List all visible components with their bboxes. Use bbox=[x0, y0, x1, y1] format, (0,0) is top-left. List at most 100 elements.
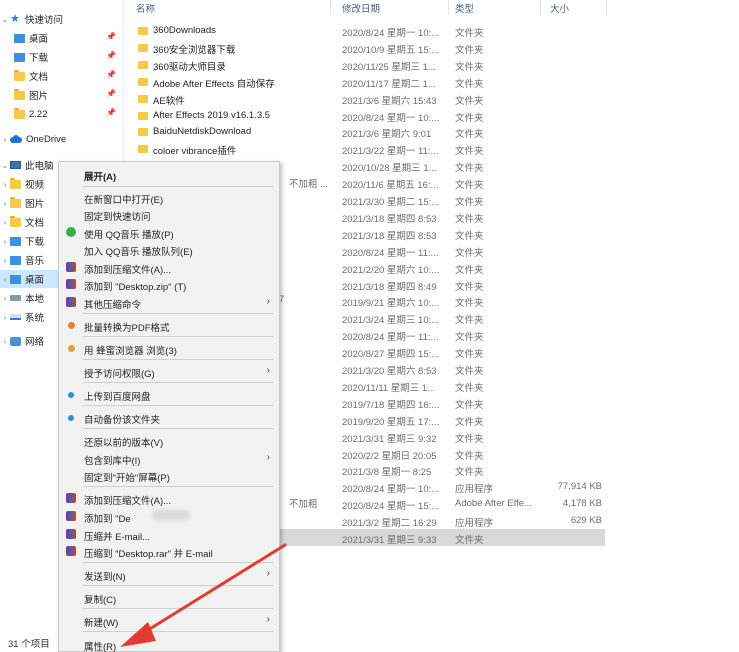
pin-icon[interactable]: 📌 bbox=[106, 32, 116, 41]
menu-separator bbox=[83, 405, 273, 406]
archive-icon bbox=[66, 297, 76, 307]
chevron-right-icon[interactable]: › bbox=[0, 294, 10, 303]
chevron-right-icon[interactable]: › bbox=[0, 275, 10, 284]
menu-item-copy[interactable]: 复制(C) bbox=[60, 589, 278, 606]
chevron-down-icon[interactable]: ⌄ bbox=[0, 15, 10, 24]
menu-item-open-new-window[interactable]: 在新窗口中打开(E) bbox=[60, 189, 278, 206]
menu-item-pin-quick-access[interactable]: 固定到快速访问 bbox=[60, 206, 278, 223]
winrar-icon bbox=[66, 493, 76, 503]
nav-label: 此电脑 bbox=[25, 161, 54, 172]
nav-onedrive[interactable]: › OneDrive bbox=[0, 130, 124, 148]
menu-item-rar-email[interactable]: 压缩并 E-mail... bbox=[60, 526, 278, 543]
status-item-count: 31 个项目 bbox=[8, 639, 50, 650]
nav-label: 文档 bbox=[25, 218, 45, 229]
column-header-type[interactable]: 类型 bbox=[455, 1, 474, 15]
file-row[interactable]: BaiduNetdiskDownload 2021/3/6 星期六 9:01 文件夹 bbox=[130, 123, 605, 140]
file-row[interactable]: 360Downloads 2020/8/24 星期一 10:... 文件夹 bbox=[130, 22, 605, 39]
column-header-size[interactable]: 大小 bbox=[550, 1, 569, 15]
chevron-right-icon[interactable]: › bbox=[0, 135, 10, 144]
menu-separator bbox=[83, 631, 273, 632]
file-date: 2020/8/27 星期四 15:... bbox=[342, 349, 440, 361]
menu-item-rar-email-named[interactable]: 压缩到 "Desktop.rar" 并 E-mail bbox=[60, 543, 278, 560]
column-divider[interactable] bbox=[448, 0, 449, 15]
nav-item-pictures[interactable]: 图片 📌 bbox=[0, 86, 124, 104]
menu-item-send-to[interactable]: 发送到(N) › bbox=[60, 566, 278, 583]
menu-item-add-archive[interactable]: 添加到压缩文件(A)... bbox=[60, 259, 278, 276]
pin-icon[interactable]: 📌 bbox=[106, 70, 116, 79]
baidu-netdisk-icon bbox=[68, 392, 74, 398]
chevron-down-icon[interactable]: ⌄ bbox=[0, 161, 10, 170]
file-date: 2021/3/31 星期三 9:32 bbox=[342, 433, 437, 445]
file-row[interactable]: Adobe After Effects 自动保存 2020/11/17 星期二 1… bbox=[130, 73, 605, 90]
menu-item-new[interactable]: 新建(W) › bbox=[60, 612, 278, 629]
column-header-date[interactable]: 修改日期 bbox=[342, 1, 380, 15]
nav-item-downloads[interactable]: 下载 📌 bbox=[0, 48, 124, 66]
menu-label: 加入 QQ音乐 播放队列(E) bbox=[84, 247, 193, 258]
folder-icon bbox=[138, 128, 148, 137]
column-headers: 名称 修改日期 类型 大小 bbox=[130, 0, 739, 15]
menu-item-other-compress[interactable]: 其他压缩命令 › bbox=[60, 294, 278, 311]
file-date: 2019/9/21 星期六 10:... bbox=[342, 298, 440, 310]
file-type: 文件夹 bbox=[455, 230, 484, 242]
menu-separator bbox=[83, 336, 273, 337]
chevron-right-icon[interactable]: › bbox=[0, 337, 10, 346]
file-date: 2021/2/20 星期六 10:... bbox=[342, 264, 440, 276]
chevron-right-icon[interactable]: › bbox=[0, 180, 10, 189]
nav-label: OneDrive bbox=[26, 133, 67, 145]
menu-item-open-browser[interactable]: 用 蜂蜜浏览器 浏览(3) bbox=[60, 340, 278, 357]
menu-item-upload-baidu[interactable]: 上传到百度网盘 bbox=[60, 386, 278, 403]
file-row[interactable]: 360驱动大师目录 2020/11/25 星期三 1... 文件夹 bbox=[130, 56, 605, 73]
menu-item-qq-music-play[interactable]: 使用 QQ音乐 播放(P) bbox=[60, 224, 278, 241]
file-type: 应用程序 bbox=[455, 518, 494, 530]
menu-item-qq-music-queue[interactable]: 加入 QQ音乐 播放队列(E) bbox=[60, 241, 278, 258]
column-divider[interactable] bbox=[606, 0, 607, 15]
computer-icon bbox=[10, 161, 21, 169]
file-row[interactable]: After Effects 2019 v16.1.3.5 2020/8/24 星期… bbox=[130, 107, 605, 124]
backup-icon bbox=[68, 415, 74, 421]
file-row[interactable]: 360安全浏览器下载 2020/10/9 星期五 15:... 文件夹 bbox=[130, 39, 605, 56]
chevron-right-icon[interactable]: › bbox=[0, 199, 10, 208]
menu-separator bbox=[83, 428, 273, 429]
music-folder-icon bbox=[10, 255, 21, 265]
winrar-icon bbox=[66, 546, 76, 556]
menu-label: 其他压缩命令 bbox=[84, 300, 142, 311]
file-row[interactable]: coloer vibrance插件 2021/3/22 星期一 11:... 文件夹 bbox=[130, 140, 605, 157]
pin-icon[interactable]: 📌 bbox=[106, 51, 116, 60]
file-date: 2021/3/30 星期二 15:... bbox=[342, 197, 440, 208]
file-type: 文件夹 bbox=[455, 146, 484, 158]
chevron-right-icon: › bbox=[266, 614, 270, 625]
nav-item-2-22[interactable]: 2.22 📌 bbox=[0, 105, 124, 123]
chevron-right-icon[interactable]: › bbox=[0, 237, 10, 246]
file-date: 2021/3/8 星期一 8:25 bbox=[342, 467, 432, 479]
menu-item-restore-versions[interactable]: 还原以前的版本(V) bbox=[60, 432, 278, 449]
menu-item-rar-add-archive[interactable]: 添加到压缩文件(A)... bbox=[60, 490, 278, 507]
menu-item-auto-backup[interactable]: 自动备份该文件夹 bbox=[60, 409, 278, 426]
menu-item-grant-access[interactable]: 授予访问权限(G) › bbox=[60, 363, 278, 380]
menu-item-to-pdf[interactable]: 批量转换为PDF格式 bbox=[60, 317, 278, 334]
menu-item-add-zip[interactable]: 添加到 "Desktop.zip" (T) bbox=[60, 276, 278, 293]
column-divider[interactable] bbox=[330, 0, 331, 15]
menu-item-pin-start[interactable]: 固定到"开始"屏幕(P) bbox=[60, 467, 278, 484]
menu-item-properties[interactable]: 属性(R) bbox=[60, 636, 278, 652]
menu-label: 批量转换为PDF格式 bbox=[84, 323, 170, 334]
column-header-name[interactable]: 名称 bbox=[136, 1, 155, 15]
menu-item-include-library[interactable]: 包含到库中(I) › bbox=[60, 450, 278, 467]
nav-item-documents[interactable]: 文档 📌 bbox=[0, 67, 124, 85]
pin-icon[interactable]: 📌 bbox=[106, 89, 116, 98]
file-row[interactable]: AE软件 2021/3/6 星期六 15:43 文件夹 bbox=[130, 90, 605, 107]
nav-label: 下载 bbox=[25, 237, 45, 248]
file-name: AE软件 bbox=[153, 95, 185, 107]
column-divider[interactable] bbox=[540, 0, 541, 15]
file-type: 文件夹 bbox=[455, 366, 484, 377]
desktop-folder-icon bbox=[10, 274, 21, 284]
chevron-right-icon[interactable]: › bbox=[0, 313, 10, 322]
file-date: 2020/11/25 星期三 1... bbox=[342, 61, 436, 73]
drive-icon bbox=[10, 295, 21, 301]
chevron-right-icon[interactable]: › bbox=[0, 218, 10, 227]
chevron-right-icon[interactable]: › bbox=[0, 256, 10, 265]
nav-quick-access[interactable]: ⌄ ★ 快速访问 bbox=[0, 10, 124, 28]
pin-icon[interactable]: 📌 bbox=[106, 108, 116, 117]
menu-item-expand[interactable]: 展开(A) bbox=[60, 166, 278, 183]
nav-item-desktop[interactable]: 桌面 📌 bbox=[0, 29, 124, 47]
menu-label: 用 蜂蜜浏览器 浏览(3) bbox=[84, 346, 177, 357]
